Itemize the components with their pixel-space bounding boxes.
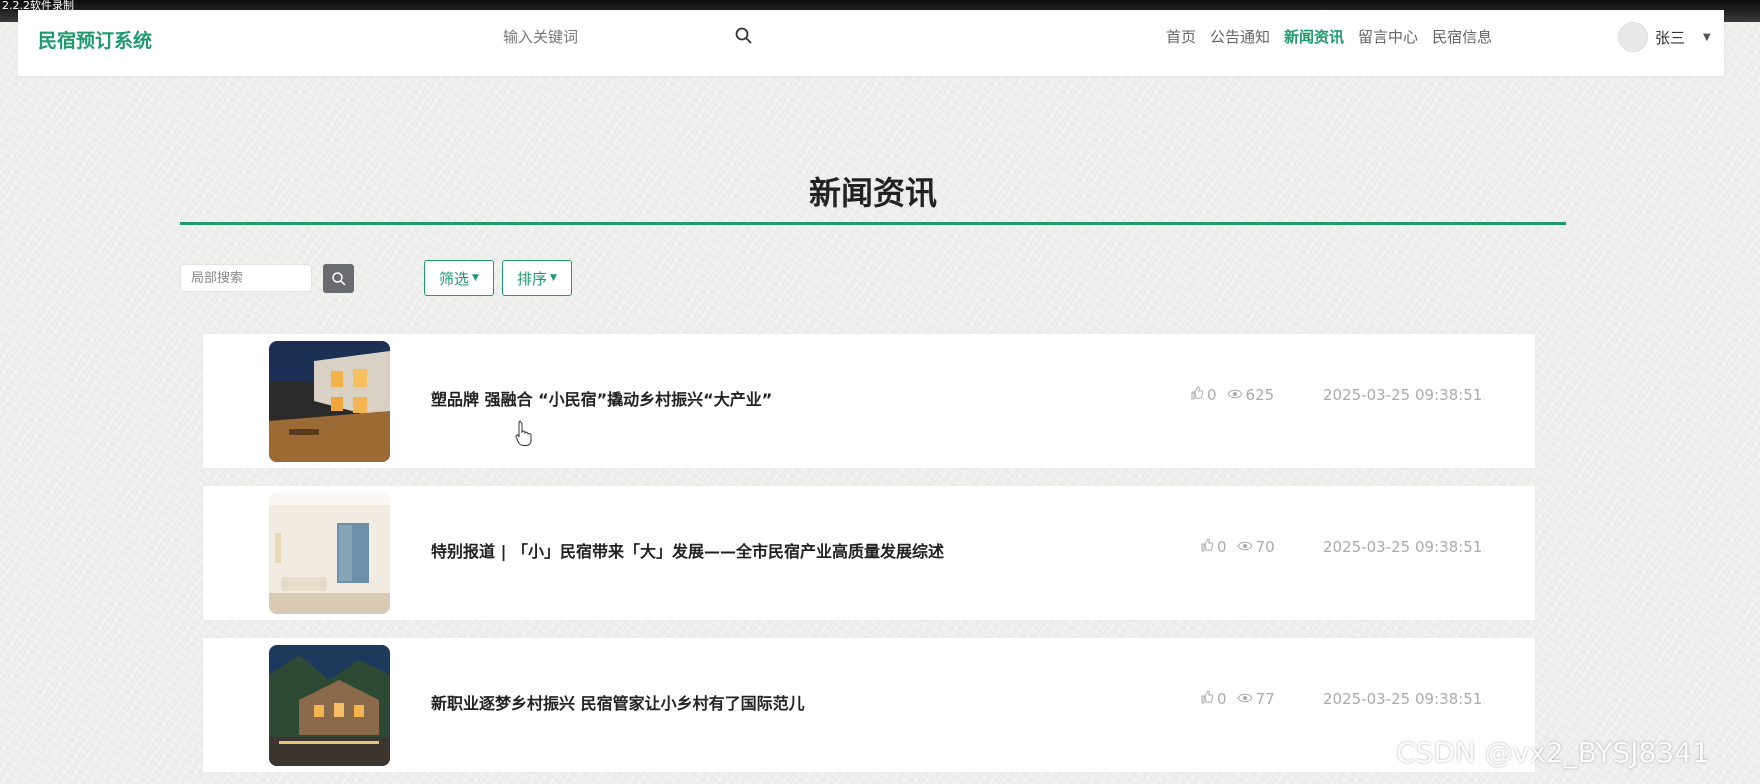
site-brand[interactable]: 民宿预订系统 (38, 26, 152, 53)
caret-down-icon: ▼ (472, 273, 479, 283)
news-date: 2025-03-25 09:38:51 (1323, 690, 1483, 708)
hand-cursor-icon (514, 419, 534, 450)
filter-button[interactable]: 筛选 ▼ (424, 260, 494, 296)
news-title[interactable]: 塑品牌 强融合 “小民宿”撬动乡村振兴“大产业” (431, 386, 772, 410)
news-thumbnail[interactable] (269, 341, 390, 462)
news-title[interactable]: 新职业逐梦乡村振兴 民宿管家让小乡村有了国际范儿 (431, 690, 805, 714)
eye-icon (1236, 690, 1253, 708)
thumbs-up-icon[interactable] (1190, 386, 1204, 404)
main-nav: 首页 公告通知 新闻资讯 留言中心 民宿信息 (1166, 26, 1492, 47)
news-date: 2025-03-25 09:38:51 (1323, 386, 1483, 404)
eye-icon (1226, 386, 1243, 404)
nav-home[interactable]: 首页 (1166, 26, 1196, 47)
like-count: 0 (1217, 690, 1227, 708)
avatar[interactable] (1618, 22, 1648, 52)
news-item[interactable]: 特别报道 | 「小」民宿带来「大」发展——全市民宿产业高质量发展综述 0 70 … (203, 486, 1535, 620)
news-title[interactable]: 特别报道 | 「小」民宿带来「大」发展——全市民宿产业高质量发展综述 (431, 538, 944, 562)
like-count: 0 (1207, 386, 1217, 404)
user-menu[interactable]: 张三 ▼ (1618, 22, 1711, 52)
sort-button[interactable]: 排序 ▼ (502, 260, 572, 296)
title-divider (180, 222, 1566, 225)
search-icon (331, 271, 346, 286)
nav-homestay-info[interactable]: 民宿信息 (1432, 26, 1492, 47)
sort-label: 排序 (517, 269, 548, 288)
local-search-input[interactable] (180, 264, 312, 292)
nav-notice[interactable]: 公告通知 (1210, 26, 1270, 47)
view-count: 625 (1245, 386, 1275, 404)
news-item[interactable]: 塑品牌 强融合 “小民宿”撬动乡村振兴“大产业” 0 625 2025-03-2… (203, 334, 1535, 468)
search-input[interactable] (501, 24, 735, 50)
news-date: 2025-03-25 09:38:51 (1323, 538, 1483, 556)
news-thumbnail[interactable] (269, 645, 390, 766)
news-stats: 0 70 (1200, 538, 1275, 556)
filter-label: 筛选 (439, 269, 470, 288)
thumbs-up-icon[interactable] (1200, 538, 1214, 556)
eye-icon (1236, 538, 1253, 556)
chevron-down-icon[interactable]: ▼ (1703, 32, 1711, 43)
news-thumbnail[interactable] (269, 493, 390, 614)
user-name[interactable]: 张三 (1655, 27, 1685, 48)
nav-news[interactable]: 新闻资讯 (1284, 26, 1344, 47)
top-header: 民宿预订系统 首页 公告通知 新闻资讯 留言中心 民宿信息 张三 ▼ (18, 10, 1724, 76)
news-stats: 0 625 (1190, 386, 1274, 404)
view-count: 77 (1255, 690, 1275, 708)
page-title: 新闻资讯 (808, 174, 937, 212)
thumbs-up-icon[interactable] (1200, 690, 1214, 708)
like-count: 0 (1217, 538, 1227, 556)
news-item[interactable]: 新职业逐梦乡村振兴 民宿管家让小乡村有了国际范儿 0 77 2025-03-25… (203, 638, 1535, 772)
caret-down-icon: ▼ (550, 273, 557, 283)
local-search-button[interactable] (323, 264, 354, 293)
news-stats: 0 77 (1200, 690, 1275, 708)
nav-messages[interactable]: 留言中心 (1358, 26, 1418, 47)
watermark-text: CSDN @vx2_BYSJ8341 (1396, 736, 1710, 769)
search-icon[interactable] (734, 26, 756, 48)
view-count: 70 (1255, 538, 1275, 556)
